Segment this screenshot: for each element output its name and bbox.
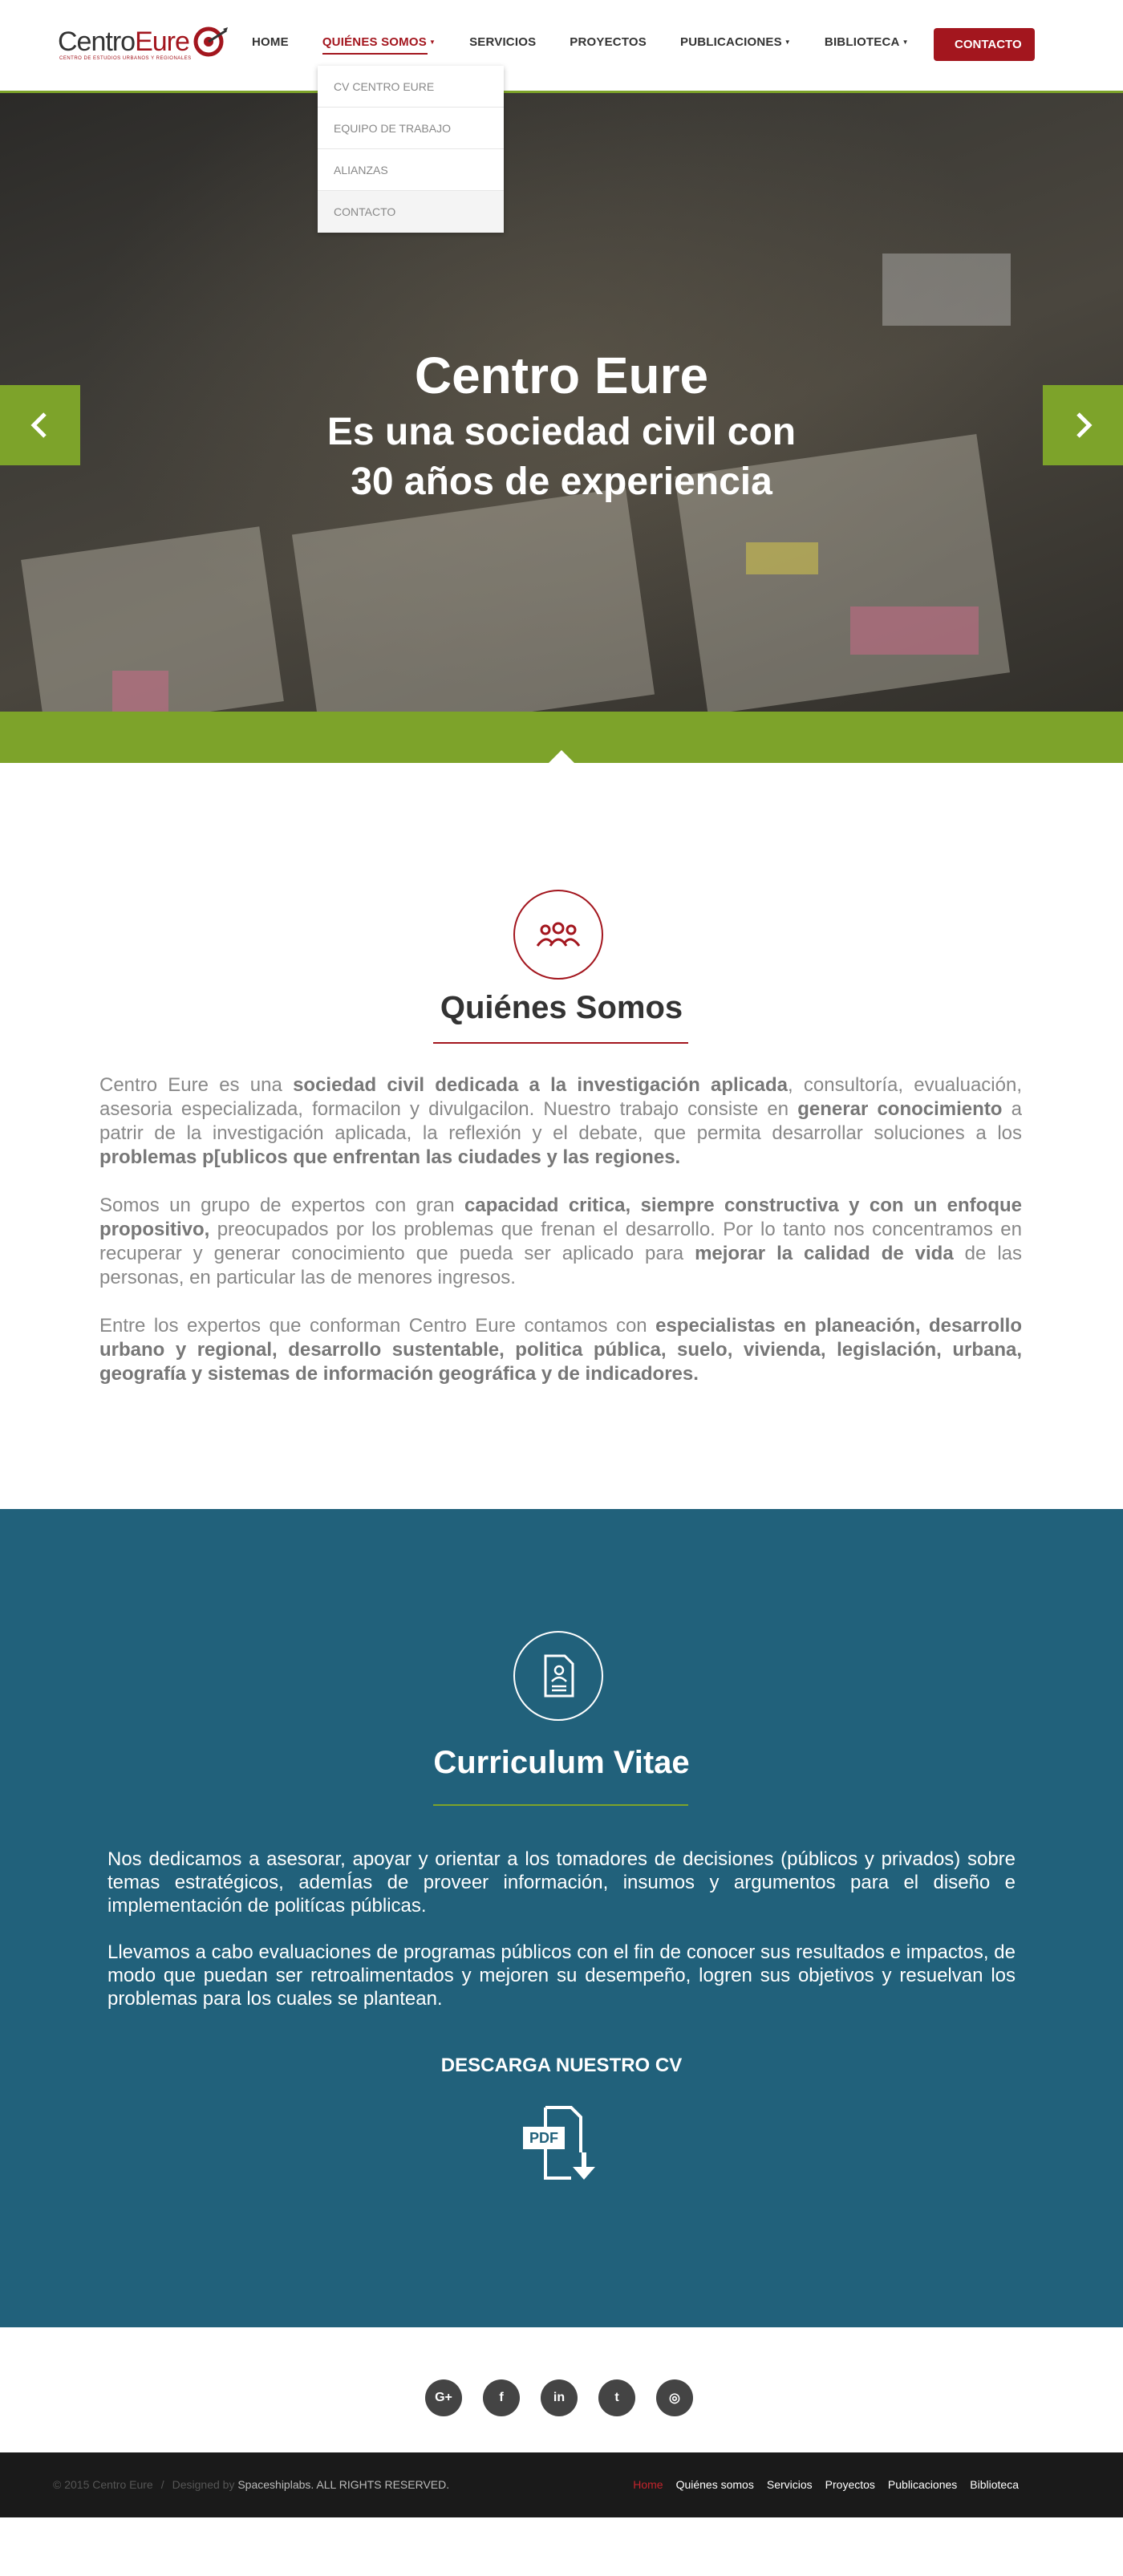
nav-proyectos[interactable]: PROYECTOS [570, 35, 647, 49]
document-icon [513, 1631, 603, 1721]
cv-title: Curriculum Vitae [433, 1745, 690, 1780]
instagram-icon[interactable]: ◎ [656, 2379, 693, 2416]
quienes-somos-section: Quiénes Somos Centro Eure es una socieda… [0, 763, 1123, 1509]
caret-down-icon: ▼ [784, 39, 791, 46]
dropdown-item-alianzas[interactable]: ALIANZAS [318, 149, 504, 191]
nav-quienes-somos[interactable]: QUIÉNES SOMOS ▼ [322, 35, 436, 55]
band-pointer [549, 750, 574, 763]
footer-copyright: © 2015 Centro Eure / Designed by Spaceship… [53, 2478, 450, 2491]
caret-down-icon: ▼ [428, 39, 436, 46]
footer-nav: Home Quiénes somos Servicios Proyectos P… [620, 2478, 1019, 2491]
logo[interactable]: CentroEure CENTRO DE ESTUDIOS URBANOS Y … [58, 24, 229, 61]
logo-text: CentroEure [58, 26, 190, 57]
curriculum-vitae-section: Curriculum Vitae Nos dedicamos a asesora… [0, 1509, 1123, 2327]
logo-tagline: CENTRO DE ESTUDIOS URBANOS Y REGIONALES [59, 56, 192, 61]
cv-body: Nos dedicamos a asesorar, apoyar y orien… [107, 1848, 1016, 2034]
nav-home[interactable]: HOME [252, 35, 289, 49]
dropdown-item-equipo[interactable]: EQUIPO DE TRABAJO [318, 108, 504, 149]
nav-servicios[interactable]: SERVICIOS [469, 35, 536, 49]
footer-link-proyectos[interactable]: Proyectos [825, 2478, 875, 2491]
footer-link-home[interactable]: Home [633, 2478, 663, 2491]
caret-down-icon: ▼ [902, 39, 909, 46]
footer-link-biblioteca[interactable]: Biblioteca [970, 2478, 1019, 2491]
hero-green-band [0, 712, 1123, 763]
hero-title: Centro Eure [414, 347, 709, 404]
hero-bg-note [850, 606, 979, 655]
designer-link[interactable]: Spaceshiplabs. [237, 2478, 314, 2491]
hero-heading: Centro Eure Es una sociedad civil con 30… [0, 343, 1123, 507]
cv-paragraph-1: Nos dedicamos a asesorar, apoyar y orien… [107, 1848, 1016, 1917]
dropdown-item-contacto[interactable]: CONTACTO [318, 191, 504, 233]
contact-button[interactable]: CONTACTO [934, 28, 1035, 61]
svg-text:PDF: PDF [529, 2130, 558, 2146]
nav-biblioteca[interactable]: BIBLIOTECA ▼ [825, 35, 909, 49]
google-plus-icon[interactable]: G+ [425, 2379, 462, 2416]
main-nav: HOME QUIÉNES SOMOS ▼ SERVICIOS PROYECTOS … [252, 35, 943, 55]
about-paragraph-2: Somos un grupo de expertos con gran capa… [99, 1195, 1022, 1288]
download-cv-link[interactable]: DESCARGA NUESTRO CV [0, 2055, 1123, 2077]
site-footer: © 2015 Centro Eure / Designed by Spaceship… [0, 2452, 1123, 2517]
footer-link-quienes-somos[interactable]: Quiénes somos [676, 2478, 754, 2491]
hero-subtitle-line2: 30 años de experiencia [351, 460, 772, 503]
social-links: G+ f in t ◎ [425, 2379, 714, 2416]
quienes-somos-dropdown: CV CENTRO EURE EQUIPO DE TRABAJO ALIANZA… [318, 66, 504, 233]
nav-publicaciones[interactable]: PUBLICACIONES ▼ [680, 35, 791, 49]
twitter-icon[interactable]: t [598, 2379, 635, 2416]
hero-bg-paper [291, 488, 655, 741]
hero-slider: Centro Eure Es una sociedad civil con 30… [0, 93, 1123, 763]
footer-link-publicaciones[interactable]: Publicaciones [888, 2478, 957, 2491]
social-section: G+ f in t ◎ [0, 2327, 1123, 2452]
title-divider [433, 1804, 688, 1806]
title-divider [433, 1042, 688, 1044]
about-title: Quiénes Somos [440, 990, 683, 1025]
dropdown-item-cv[interactable]: CV CENTRO EURE [318, 66, 504, 108]
about-body: Centro Eure es una sociedad civil dedica… [99, 1073, 1022, 1410]
pdf-download-icon[interactable]: PDF [521, 2103, 602, 2183]
site-header: CentroEure CENTRO DE ESTUDIOS URBANOS Y … [0, 0, 1123, 233]
team-icon [513, 890, 603, 980]
hero-subtitle-line1: Es una sociedad civil con [326, 411, 797, 453]
hero-bg-note [882, 254, 1011, 326]
linkedin-icon[interactable]: in [541, 2379, 578, 2416]
facebook-icon[interactable]: f [483, 2379, 520, 2416]
footer-link-servicios[interactable]: Servicios [767, 2478, 813, 2491]
cv-paragraph-2: Llevamos a cabo evaluaciones de programa… [107, 1941, 1016, 2010]
about-paragraph-3: Entre los expertos que conforman Centro … [99, 1315, 1022, 1385]
about-paragraph-1: Centro Eure es una sociedad civil dedica… [99, 1074, 1022, 1168]
logo-mark-icon [193, 26, 228, 57]
hero-bg-note [746, 542, 818, 574]
